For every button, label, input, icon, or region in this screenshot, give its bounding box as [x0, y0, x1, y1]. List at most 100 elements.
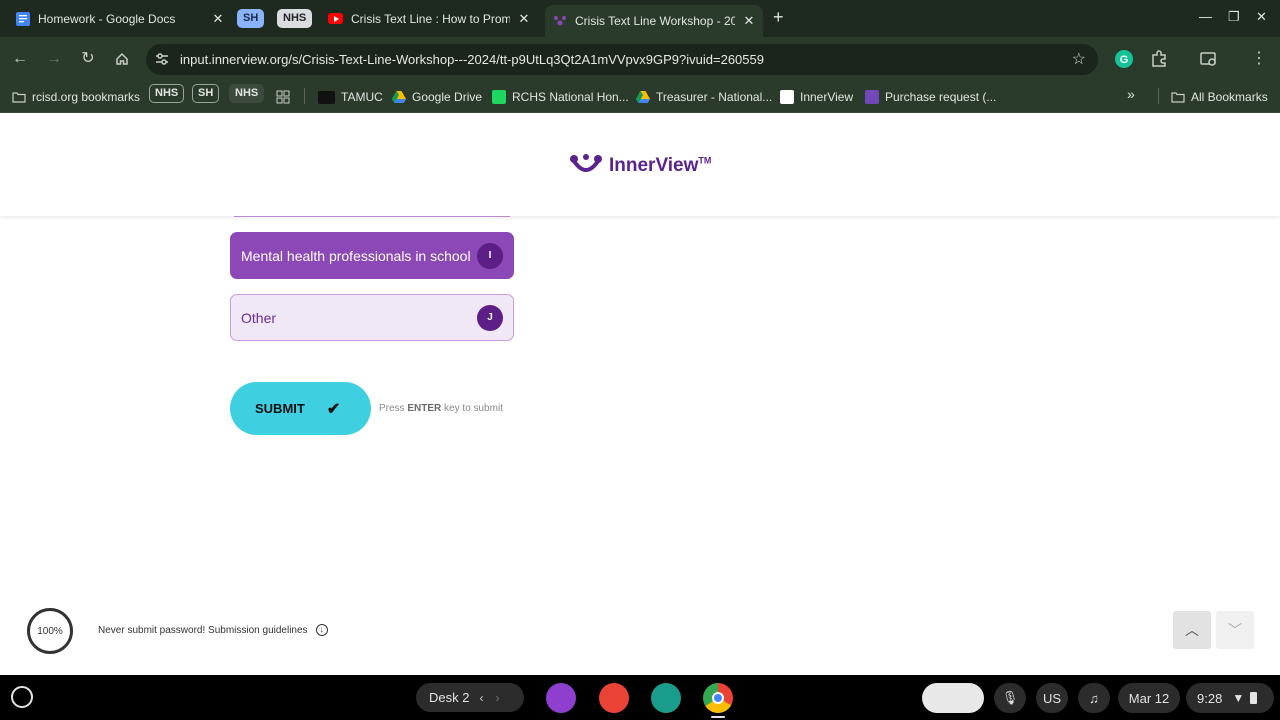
all-bookmarks[interactable]: All Bookmarks [1171, 87, 1268, 107]
back-icon[interactable]: ← [8, 47, 32, 71]
keyboard-layout[interactable]: US [1036, 683, 1068, 713]
chevron-right-icon[interactable]: › [495, 691, 499, 705]
menu-kebab-icon[interactable]: ⋮ [1247, 47, 1271, 71]
close-window-icon[interactable]: ✕ [1256, 9, 1267, 25]
home-icon[interactable] [110, 47, 134, 71]
tab-title: Crisis Text Line Workshop - 202 [575, 14, 735, 28]
innerview-icon [780, 90, 794, 104]
bookmark-pill-nhs[interactable]: NHS [149, 84, 185, 103]
all-bookmarks-label: All Bookmarks [1191, 90, 1268, 104]
footer-notice: Never submit password! Submission guidel… [98, 624, 328, 636]
tab-group-sh[interactable]: SH [237, 9, 265, 28]
google-forms-icon [865, 90, 879, 104]
os-shelf: Desk 2 ‹ › 🎙 US ♫ Mar 12 9:28 ▼ [0, 675, 1280, 720]
bookmark-star-icon[interactable]: ☆ [1072, 49, 1086, 69]
tab-title: Crisis Text Line : How to Promo [351, 11, 510, 26]
submit-button[interactable]: SUBMIT ✔ [230, 382, 371, 435]
chrome-icon[interactable] [703, 683, 733, 713]
answer-option-j[interactable]: Other J [230, 294, 514, 341]
apps-grid-icon[interactable] [276, 87, 290, 107]
youtube-icon [328, 13, 343, 24]
tab-title: Homework - Google Docs [38, 11, 176, 26]
app-icon-news[interactable] [651, 683, 681, 713]
innerview-logo-icon [570, 154, 602, 172]
date-display[interactable]: Mar 12 [1118, 683, 1180, 713]
option-label: Mental health professionals in school [241, 247, 471, 264]
bookmark-divider [304, 88, 305, 104]
wifi-icon: ▼ [1232, 691, 1245, 705]
microphone-icon[interactable]: 🎙 [994, 683, 1026, 713]
chevron-down-icon: ﹀ [1228, 622, 1242, 638]
bookmark-label: InnerView [800, 90, 854, 104]
extensions-icon[interactable] [1149, 49, 1169, 69]
address-bar[interactable]: input.innerview.org/s/Crisis-Text-Line-W… [146, 44, 1098, 75]
grammarly-icon[interactable]: G [1114, 49, 1134, 69]
battery-icon [1250, 692, 1258, 704]
restore-icon[interactable]: ❐ [1228, 9, 1240, 25]
holding-space-icon[interactable] [922, 683, 984, 713]
close-tab-icon[interactable]: ✕ [210, 11, 226, 27]
progress-text: 100% [37, 625, 63, 637]
clock-time: 9:28 [1197, 690, 1223, 706]
tab-crisis-youtube[interactable]: Crisis Text Line : How to Promo ✕ [328, 6, 532, 31]
app-icon-paint[interactable] [599, 683, 629, 713]
page-header: InnerViewTM [0, 113, 1280, 216]
innerview-icon [553, 14, 567, 28]
rchs-icon [492, 90, 506, 104]
status-area[interactable]: 9:28 ▼ [1186, 683, 1274, 713]
bookmark-label: RCHS National Hon... [512, 90, 629, 104]
new-tab-icon[interactable]: + [773, 7, 784, 28]
google-drive-icon [392, 91, 406, 103]
more-bookmarks-icon[interactable]: » [1127, 86, 1135, 102]
submit-label: SUBMIT [255, 401, 305, 416]
forward-icon[interactable]: → [42, 47, 66, 71]
chevron-left-icon[interactable]: ‹ [479, 691, 483, 705]
close-tab-icon[interactable]: ✕ [741, 13, 757, 29]
desk-label: Desk 2 [429, 690, 470, 705]
bookmark-divider [1158, 88, 1159, 104]
bookmark-purchase[interactable]: Purchase request (... [865, 87, 996, 107]
app-icon-classroom[interactable] [546, 683, 576, 713]
bookmark-label: Purchase request (... [885, 90, 997, 104]
download-icon[interactable]: ↓ [315, 624, 328, 636]
bookmark-label: rcisd.org bookmarks [32, 90, 141, 104]
minimize-icon[interactable]: — [1199, 9, 1212, 24]
google-drive-icon [636, 91, 650, 103]
bookmark-pill-nhs-2[interactable]: NHS [229, 84, 265, 103]
tab-homework[interactable]: Homework - Google Docs ✕ [16, 6, 226, 31]
tab-search-icon[interactable] [1199, 49, 1219, 69]
desk-switcher[interactable]: Desk 2 ‹ › [416, 683, 524, 712]
active-app-indicator [711, 716, 725, 718]
footer-text: Never submit password! Submission guidel… [98, 624, 308, 636]
bookmark-label: TAMUC [341, 90, 383, 104]
bookmark-tamuc[interactable]: TAMUC [318, 87, 383, 107]
folder-icon [12, 92, 26, 103]
tab-group-nhs[interactable]: NHS [277, 9, 313, 28]
d2l-icon [318, 90, 335, 104]
tab-strip: Homework - Google Docs ✕ SH NHS Crisis T… [0, 0, 1280, 37]
checkmark-icon: ✔ [326, 400, 341, 418]
media-controls-icon[interactable]: ♫ [1078, 683, 1110, 713]
bookmark-pill-sh[interactable]: SH [192, 84, 220, 103]
folder-icon [1171, 92, 1185, 103]
option-label: Other [241, 309, 277, 326]
chevron-up-icon: ︿ [1185, 622, 1199, 638]
url-text[interactable]: input.innerview.org/s/Crisis-Text-Line-W… [180, 52, 764, 67]
bookmark-rchs[interactable]: RCHS National Hon... [492, 87, 629, 107]
next-question-button[interactable]: ﹀ [1216, 611, 1254, 649]
previous-question-button[interactable]: ︿ [1173, 611, 1211, 649]
bookmark-label: Google Drive [412, 90, 483, 104]
tab-crisis-workshop[interactable]: Crisis Text Line Workshop - 202 ✕ [545, 5, 763, 37]
option-key-badge: I [477, 242, 503, 269]
bookmark-innerview[interactable]: InnerView [780, 87, 853, 107]
site-settings-icon[interactable] [154, 51, 170, 67]
google-docs-icon [16, 11, 30, 26]
bookmark-folder-rcisd[interactable]: rcisd.org bookmarks [12, 87, 140, 107]
bookmark-google-drive[interactable]: Google Drive [392, 87, 482, 107]
close-tab-icon[interactable]: ✕ [516, 11, 532, 27]
option-key-badge: J [477, 304, 503, 331]
bookmark-treasurer[interactable]: Treasurer - National... [636, 87, 772, 107]
reload-icon[interactable]: ↻ [76, 47, 100, 71]
answer-option-i[interactable]: Mental health professionals in school I [230, 232, 514, 279]
launcher-icon[interactable] [11, 686, 33, 708]
